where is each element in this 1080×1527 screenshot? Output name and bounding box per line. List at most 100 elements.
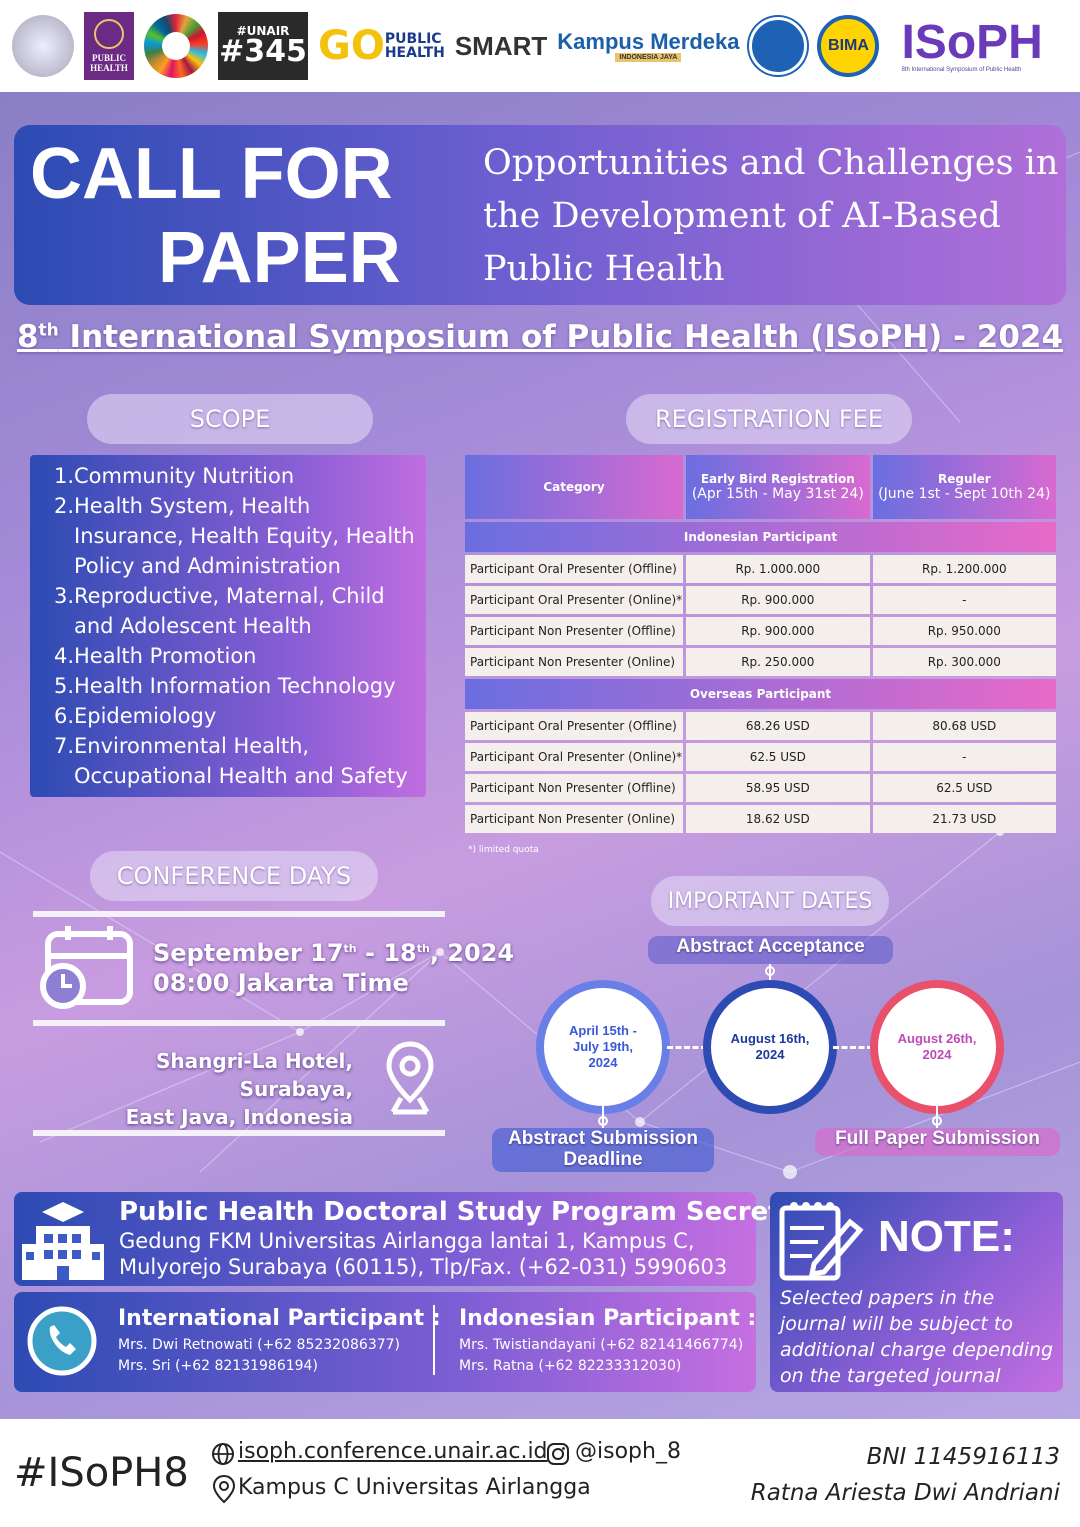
fee-regular: - (872, 586, 1056, 614)
fee-early: Rp. 250.000 (685, 648, 870, 676)
isoph-logo: ISoPH 8th International Symposium of Pub… (901, 19, 1042, 74)
dashed-connector (667, 1046, 707, 1049)
go-public-health-logo: GO PUBLIC HEALTH (318, 26, 445, 66)
sdg-wheel-logo (144, 14, 208, 78)
cfp-line1: CALL FOR (30, 134, 393, 214)
dashed-connector (833, 1046, 873, 1049)
fee-category: Participant Non Presenter (Online) (465, 805, 683, 833)
website-link[interactable]: isoph.conference.unair.ac.id (238, 1439, 548, 1464)
map-pin-icon (212, 1474, 236, 1504)
scope-item-num: 4. (53, 644, 74, 668)
col-early-period: (Apr 15th - May 31st 24) (691, 486, 864, 502)
col-regular-label: Reguler (937, 472, 991, 486)
intl-contact-2: Mrs. Sri (+62 82131986194) (118, 1358, 318, 1374)
note-text: Selected papers in the journal will be s… (780, 1287, 1054, 1387)
secretariat-line2: Mulyorejo Surabaya (60115), Tlp/Fax. (+6… (119, 1255, 728, 1279)
scope-item: 2. Health System, Health Insurance, Healt… (52, 491, 416, 581)
date3: August 26th, 2024 (897, 1031, 977, 1062)
fee-category: Participant Oral Presenter (Offline) (465, 712, 683, 740)
smart-text: SMART (454, 30, 548, 61)
unair-number: #345 (219, 34, 307, 69)
instagram-handle[interactable]: @isoph_8 (575, 1439, 681, 1464)
secretariat-title: Public Health Doctoral Study Program Sec… (119, 1197, 850, 1227)
scope-item-num: 3. (53, 584, 74, 608)
connector-dot (932, 1116, 942, 1126)
fee-early: Rp. 1.000.000 (685, 555, 870, 583)
col-early-bird: Early Bird Registration (Apr 15th - May 3… (685, 455, 870, 519)
scope-item: 3. Reproductive, Maternal, Child and Adol… (52, 581, 416, 641)
scope-item-num: 2. (53, 494, 74, 518)
conference-date-line: September 17th - 18th, 2024 (153, 934, 514, 968)
conference-days-heading: CONFERENCE DAYS (90, 851, 378, 901)
public-health-logo: PUBLIC HEALTH (84, 12, 134, 80)
secretariat-line1: Gedung FKM Universitas Airlangga lantai … (119, 1229, 695, 1253)
symposium-rest: International Symposium of Public Health… (58, 319, 1064, 355)
fee-regular: - (872, 743, 1056, 771)
registration-fee-heading: REGISTRATION FEE (626, 394, 912, 444)
seal-icon (94, 19, 124, 49)
notepad-pen-icon (779, 1202, 864, 1281)
date-circle-2: August 16th, 2024 (711, 988, 829, 1106)
isoph-logo-sub: 8th International Symposium of Public He… (901, 67, 1022, 73)
scope-item-num: 7. (53, 734, 74, 758)
call-for-paper-heading: CALL FOR PAPER (30, 132, 401, 300)
fee-early: 62.5 USD (685, 743, 870, 771)
scope-item-num: 6. (53, 704, 74, 728)
limited-quota-note: *) limited quota (468, 845, 539, 855)
fee-regular: Rp. 1.200.000 (872, 555, 1056, 583)
scope-list-box: 1. Community Nutrition 2. Health System, H… (30, 455, 426, 797)
fee-early: 18.62 USD (685, 805, 870, 833)
contact-divider (433, 1305, 435, 1375)
important-dates-heading: IMPORTANT DATES (651, 876, 889, 926)
full-paper-label: Full Paper Submission (815, 1128, 1060, 1156)
table-row: Participant Oral Presenter (Online)* Rp. … (465, 586, 1056, 614)
scope-item: 5. Health Information Technology (52, 671, 416, 701)
connector-dot (598, 1116, 608, 1126)
fee-regular: 62.5 USD (872, 774, 1056, 802)
scope-item-num: 1. (53, 464, 74, 488)
table-row: Participant Oral Presenter (Offline) Rp. … (465, 555, 1056, 583)
fee-early: Rp. 900.000 (685, 617, 870, 645)
abstract-acceptance-label: Abstract Acceptance (648, 936, 893, 964)
indo-contact-2: Mrs. Ratna (+62 82233312030) (459, 1358, 682, 1374)
instagram-icon (547, 1443, 569, 1465)
unair-345-logo: #UNAIR #345 (218, 12, 308, 80)
scope-item-num: 5. (53, 674, 74, 698)
scope-heading: SCOPE (87, 394, 373, 444)
table-row: Participant Non Presenter (Offline) Rp. 9… (465, 617, 1056, 645)
overseas-group-label: Overseas Participant (465, 679, 1056, 709)
fee-category: Participant Non Presenter (Online) (465, 648, 683, 676)
fee-header-row: Category Early Bird Registration (Apr 15t… (465, 455, 1056, 519)
scope-item-text: Community Nutrition (74, 464, 295, 488)
venue-line1: Shangri-La Hotel, Surabaya, (156, 1049, 353, 1101)
date-a-sup: th (343, 942, 357, 955)
col-category: Category (465, 455, 683, 519)
bima-text: BIMA (828, 37, 869, 54)
scope-item: 1. Community Nutrition (52, 461, 416, 491)
date-circle-1: April 15th - July 19th, 2024 (544, 988, 662, 1106)
secretariat-address: Gedung FKM Universitas Airlangga lantai … (119, 1228, 727, 1280)
symposium-title: 8th International Symposium of Public He… (0, 319, 1080, 355)
date1: April 15th - July 19th, 2024 (569, 1023, 637, 1070)
fee-early: 58.95 USD (685, 774, 870, 802)
calendar-clock-icon (40, 926, 133, 1009)
venue-line2: East Java, Indonesia (125, 1105, 353, 1129)
campus-address: Kampus C Universitas Airlangga (238, 1475, 591, 1500)
fee-category: Participant Non Presenter (Offline) (465, 617, 683, 645)
globe-icon (212, 1443, 234, 1465)
table-row: Participant Non Presenter (Online) Rp. 25… (465, 648, 1056, 676)
bank-info: BNI 1145916113 Ratna Ariesta Dwi Andrian… (751, 1439, 1060, 1511)
logo-bar: PUBLIC HEALTH #UNAIR #345 GO PUBLIC HEAL… (0, 0, 1080, 92)
indo-contact-title: Indonesian Participant : (459, 1306, 757, 1331)
intl-contact-1: Mrs. Dwi Retnowati (+62 85232086377) (118, 1337, 400, 1353)
fee-regular: Rp. 300.000 (872, 648, 1056, 676)
date-c: , 2024 (429, 939, 515, 967)
date-a: September 17 (153, 939, 344, 967)
date-circle-3: August 26th, 2024 (878, 988, 996, 1106)
scope-item-text: Health System, Health Insurance, Health … (74, 494, 415, 578)
abstract-deadline-label: Abstract Submission Deadline (492, 1128, 714, 1172)
fee-early: 68.26 USD (685, 712, 870, 740)
date-b-sup: th (416, 942, 430, 955)
building-icon (22, 1202, 104, 1280)
table-row: Participant Non Presenter (Offline) 58.95… (465, 774, 1056, 802)
